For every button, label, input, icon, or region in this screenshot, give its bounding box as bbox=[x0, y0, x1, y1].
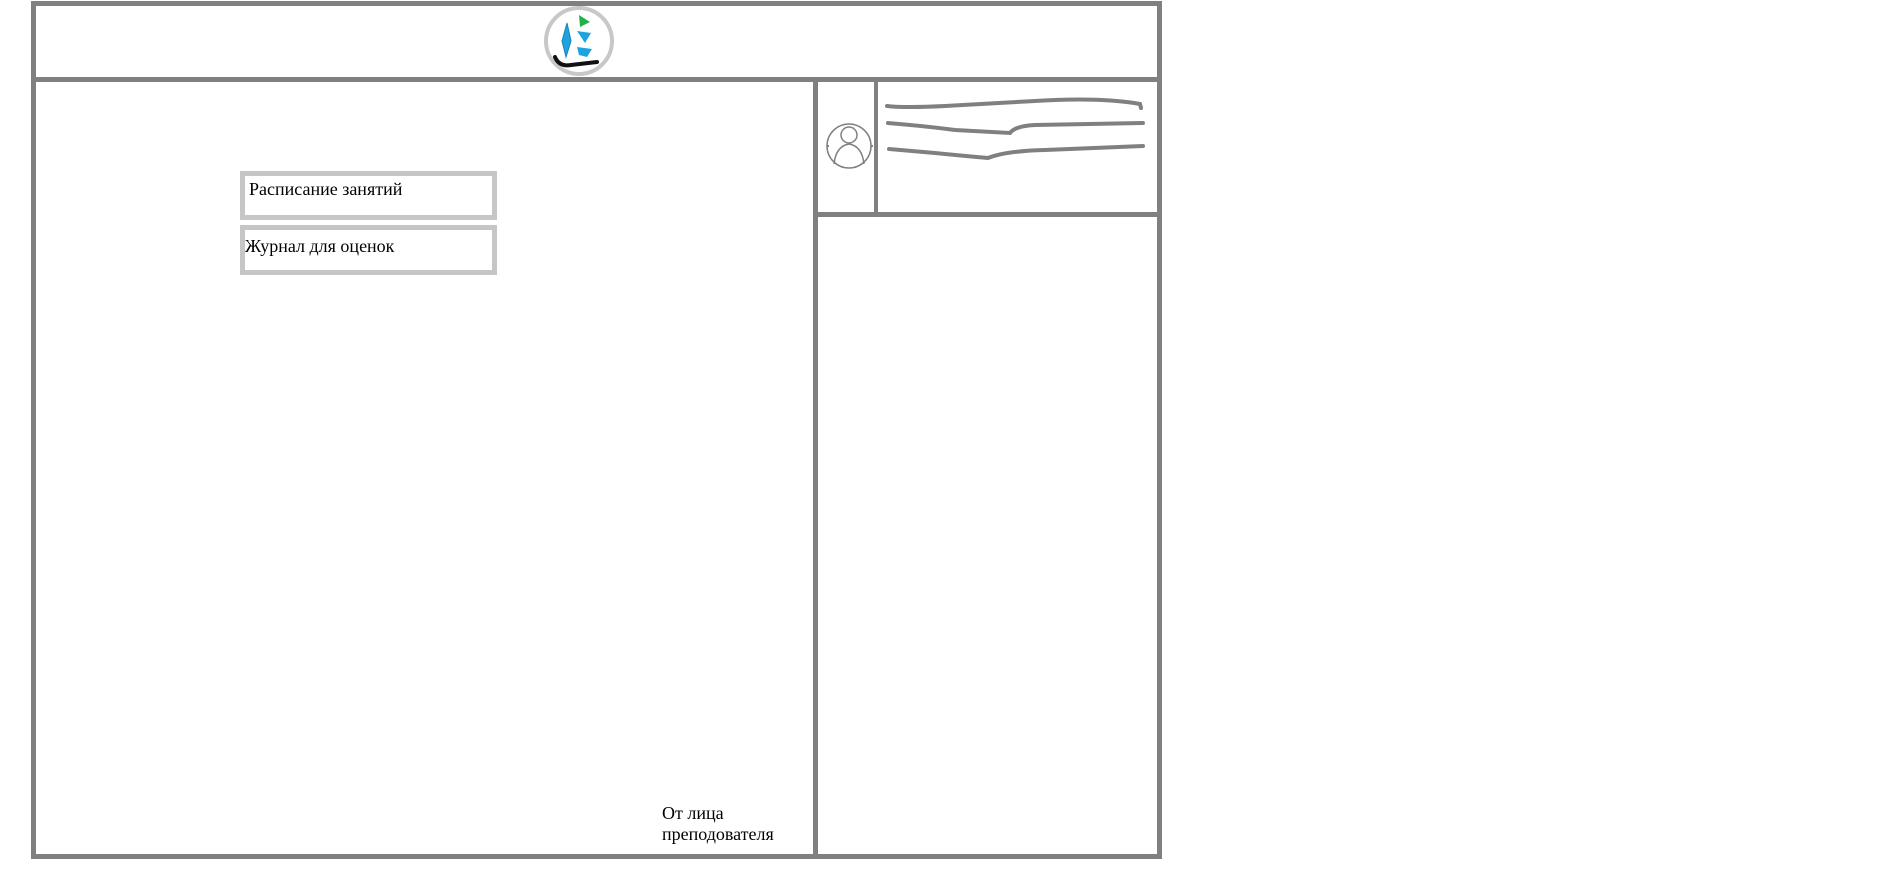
profile-name-scribble bbox=[885, 97, 1145, 161]
header-divider bbox=[31, 77, 1162, 82]
gradebook-button-label: Журнал для оценок bbox=[245, 236, 395, 256]
role-note-line1: От лица bbox=[662, 803, 724, 823]
avatar-icon[interactable] bbox=[826, 118, 874, 174]
role-note-line2: преподователя bbox=[662, 824, 774, 844]
gradebook-button[interactable]: Журнал для оценок bbox=[240, 225, 497, 275]
avatar-divider bbox=[874, 77, 878, 215]
sidebar-divider bbox=[813, 77, 818, 859]
app-logo[interactable] bbox=[543, 5, 615, 77]
schedule-button-label: Расписание занятий bbox=[249, 179, 403, 199]
profile-panel-divider bbox=[813, 212, 1162, 217]
schedule-button[interactable]: Расписание занятий bbox=[240, 171, 497, 220]
role-note: От лица преподователя bbox=[662, 803, 774, 845]
